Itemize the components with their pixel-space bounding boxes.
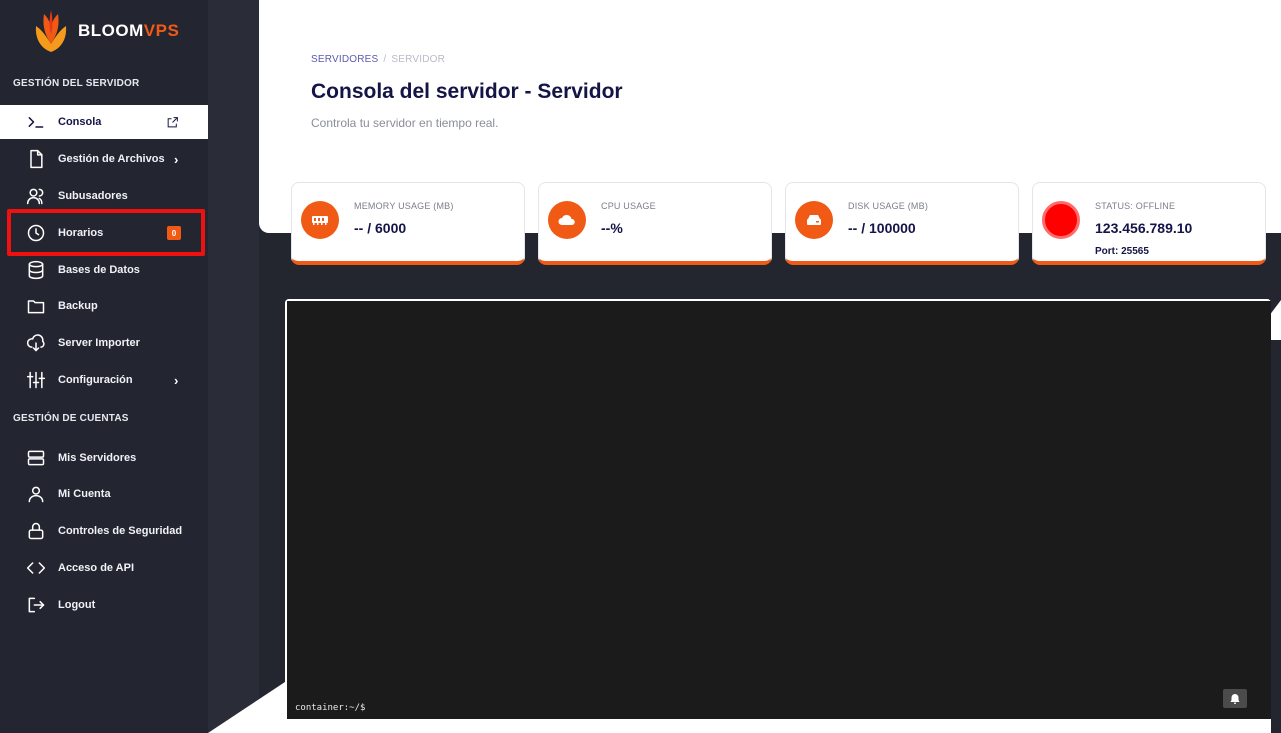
sidebar-item-label: Gestión de Archivos [58,153,165,165]
cpu-usage-card: CPU USAGE --% [538,182,772,265]
terminal-icon [25,111,47,133]
breadcrumb-servidor: SERVIDOR [391,54,446,65]
console-terminal[interactable] [287,301,1271,719]
sidebar-item-label: Backup [58,300,98,312]
stat-label: STATUS: OFFLINE [1095,201,1176,211]
code-icon [25,557,47,579]
sidebar-item-controles-seguridad[interactable]: Controles de Seguridad [0,514,208,548]
sliders-icon [25,369,47,391]
stat-label: DISK USAGE (MB) [848,201,929,211]
database-icon [25,259,47,281]
memory-usage-card: MEMORY USAGE (MB) -- / 6000 [291,182,525,265]
sidebar-item-label: Logout [58,599,96,611]
sidebar-item-label: Server Importer [58,337,140,349]
sidebar-item-backup[interactable]: Backup [0,289,208,323]
sidebar-item-label: Acceso de API [58,562,135,574]
server-icon [25,447,47,469]
cloud-download-icon [25,332,47,354]
sidebar-item-label: Mi Cuenta [58,488,111,500]
page-subtitle: Controla tu servidor en tiempo real. [311,116,499,130]
sidebar-item-label: Subusadores [58,190,128,202]
breadcrumb: SERVIDORES / SERVIDOR [311,54,445,65]
lock-icon [25,520,47,542]
disk-usage-card: DISK USAGE (MB) -- / 100000 [785,182,1019,265]
breadcrumb-separator: / [383,54,387,65]
status-offline-icon [1042,201,1080,239]
chevron-right-icon: › [174,372,179,388]
flower-logo-icon [35,10,67,52]
sidebar-item-label: Horarios [58,227,104,239]
bell-icon[interactable] [1223,689,1247,708]
stat-value: --% [601,220,623,236]
sidebar-item-logout[interactable]: Logout [0,588,208,622]
chevron-right-icon: › [174,151,179,167]
schedule-count-badge: 0 [167,226,181,240]
sidebar-item-bases-de-datos[interactable]: Bases de Datos [0,253,208,287]
status-card: STATUS: OFFLINE 123.456.789.10 Port: 255… [1032,182,1266,265]
clock-icon [25,222,47,244]
stat-label: CPU USAGE [601,201,656,211]
file-icon [25,148,47,170]
sidebar-item-label: Mis Servidores [58,452,137,464]
sidebar-item-server-importer[interactable]: Server Importer [0,326,208,360]
console-input-strip[interactable] [285,719,1271,733]
server-port: Port: 25565 [1095,246,1149,257]
sidebar-item-subusadores[interactable]: Subusadores [0,179,208,213]
stat-label: MEMORY USAGE (MB) [354,201,454,211]
breadcrumb-servidores[interactable]: SERVIDORES [311,54,378,65]
sidebar-item-label: Configuración [58,374,133,386]
section-title-accounts: GESTIÓN DE CUENTAS [13,413,129,424]
brand-logo[interactable]: BLOOMVPS [32,8,179,54]
hdd-icon [795,201,833,239]
users-icon [25,185,47,207]
sidebar-item-label: Consola [58,116,102,128]
logout-icon [25,594,47,616]
stat-value: -- / 6000 [354,220,407,236]
folder-icon [25,295,47,317]
sidebar-item-label: Bases de Datos [58,264,140,276]
sidebar-item-label: Controles de Seguridad [58,525,183,537]
cloud-icon [548,201,586,239]
sidebar-item-horarios[interactable]: Horarios 0 [0,216,208,250]
stat-value: -- / 100000 [848,220,916,236]
page-title: Consola del servidor - Servidor [311,80,623,103]
sidebar-edge [208,0,259,733]
sidebar-item-mi-cuenta[interactable]: Mi Cuenta [0,477,208,511]
sidebar-item-mis-servidores[interactable]: Mis Servidores [0,441,208,475]
user-icon [25,483,47,505]
sidebar-item-consola[interactable]: Consola [0,105,208,139]
memory-icon [301,201,339,239]
server-address: 123.456.789.10 [1095,220,1193,236]
section-title-server: GESTIÓN DEL SERVIDOR [13,78,140,89]
sidebar-item-configuracion[interactable]: Configuración › [0,363,208,397]
sidebar-item-archivos[interactable]: Gestión de Archivos › [0,142,208,176]
brand-name: BLOOMVPS [78,21,180,40]
external-link-icon[interactable] [166,116,179,129]
console-prompt: container:~/$ [295,703,366,713]
sidebar-item-acceso-api[interactable]: Acceso de API [0,551,208,585]
